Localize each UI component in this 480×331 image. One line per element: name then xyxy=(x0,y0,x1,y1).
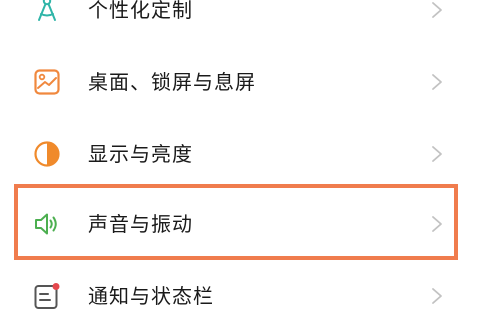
settings-item-label: 桌面、锁屏与息屏 xyxy=(88,70,256,94)
brightness-icon xyxy=(33,140,61,168)
notification-icon xyxy=(33,282,61,310)
settings-item-personalize[interactable]: 个性化定制 xyxy=(0,0,480,45)
wallpaper-icon xyxy=(33,68,61,96)
chevron-right-icon xyxy=(430,214,444,234)
chevron-right-icon xyxy=(430,0,444,20)
settings-item-sound-vibration[interactable]: 声音与振动 xyxy=(0,189,480,259)
settings-item-display-brightness[interactable]: 显示与亮度 xyxy=(0,119,480,189)
settings-item-desktop-lockscreen[interactable]: 桌面、锁屏与息屏 xyxy=(0,47,480,117)
speaker-icon xyxy=(33,210,61,238)
chevron-right-icon xyxy=(430,144,444,164)
settings-item-label: 显示与亮度 xyxy=(88,142,193,166)
chevron-right-icon xyxy=(430,72,444,92)
settings-item-label: 通知与状态栏 xyxy=(88,284,214,308)
chevron-right-icon xyxy=(430,286,444,306)
settings-item-label: 声音与振动 xyxy=(88,212,193,236)
settings-item-label: 个性化定制 xyxy=(88,0,193,22)
personalize-icon xyxy=(33,0,61,24)
settings-list: 个性化定制 桌面、锁屏与息屏 显示与亮度 声音与振动 通知与状态栏 xyxy=(0,0,480,309)
settings-item-notification-statusbar[interactable]: 通知与状态栏 xyxy=(0,261,480,331)
